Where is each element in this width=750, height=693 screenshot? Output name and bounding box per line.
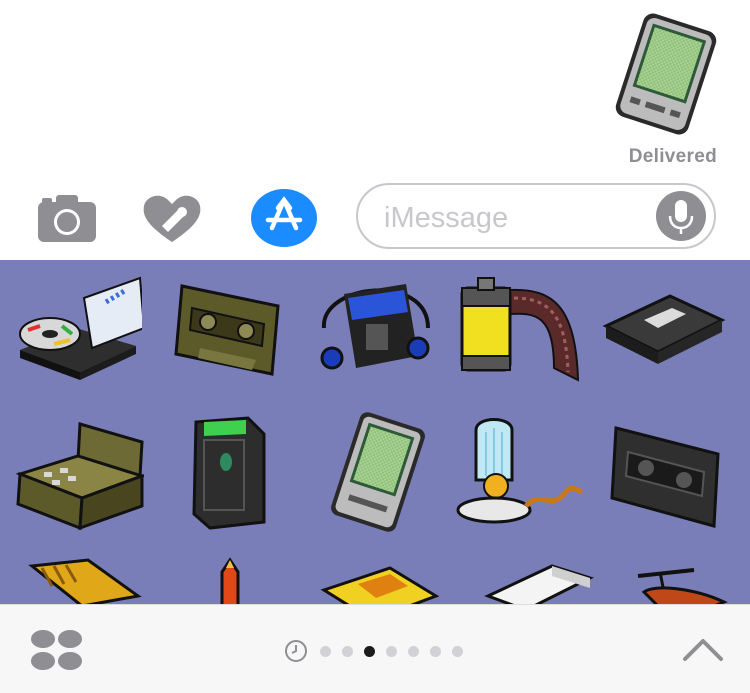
page-indicator[interactable] xyxy=(284,639,468,663)
sticker-ruler-partial[interactable] xyxy=(318,560,446,604)
app-drawer-button[interactable] xyxy=(30,629,84,671)
digital-touch-button[interactable] xyxy=(140,192,204,244)
sticker-desk-lamp-bulb[interactable] xyxy=(456,410,584,530)
sticker-audio-cassette[interactable] xyxy=(164,270,292,390)
page-dot-5[interactable] xyxy=(407,645,419,657)
page-dot-7[interactable] xyxy=(451,645,463,657)
clock-icon[interactable] xyxy=(284,639,308,663)
sticker-keyboard-partial[interactable] xyxy=(28,556,156,604)
page-dot-2[interactable] xyxy=(341,645,353,657)
camera-icon xyxy=(38,195,96,242)
app-drawer-icon xyxy=(31,630,82,670)
page-dot-6[interactable] xyxy=(429,645,441,657)
message-thread: Delivered xyxy=(0,0,750,178)
sent-pda-sticker[interactable] xyxy=(610,12,722,136)
sticker-cd-player[interactable] xyxy=(14,268,146,388)
sticker-cash-register[interactable] xyxy=(15,416,147,536)
sticker-dark-cassette[interactable] xyxy=(606,418,734,538)
delivery-status: Delivered xyxy=(628,146,717,167)
pda-sticker-image xyxy=(615,13,717,135)
expand-drawer-button[interactable] xyxy=(682,635,724,663)
camera-button[interactable] xyxy=(36,192,98,244)
sticker-pencil-partial[interactable] xyxy=(172,552,300,604)
app-store-button[interactable] xyxy=(250,188,318,248)
composer-bar xyxy=(0,178,750,260)
page-dot-1[interactable] xyxy=(319,645,331,657)
sticker-eraser-partial[interactable] xyxy=(482,558,610,604)
microphone-icon xyxy=(668,200,694,234)
sticker-tray xyxy=(0,604,750,693)
message-input[interactable] xyxy=(382,195,646,241)
page-dot-3-active[interactable] xyxy=(363,645,375,657)
sticker-helicopter-partial[interactable] xyxy=(634,562,750,604)
sticker-vhs-tape[interactable] xyxy=(600,284,728,404)
microphone-button[interactable] xyxy=(656,191,706,241)
sticker-portable-cassette-player[interactable] xyxy=(310,264,438,384)
chevron-up-icon xyxy=(683,639,723,661)
message-input-container xyxy=(356,183,716,249)
page-dot-4[interactable] xyxy=(385,645,397,657)
sticker-pda[interactable] xyxy=(314,412,442,532)
heart-hand-icon xyxy=(143,195,201,242)
sticker-pager-device[interactable] xyxy=(164,410,292,530)
app-store-icon xyxy=(251,189,317,247)
sticker-drawer xyxy=(0,260,750,604)
sticker-film-roll[interactable] xyxy=(454,268,582,388)
